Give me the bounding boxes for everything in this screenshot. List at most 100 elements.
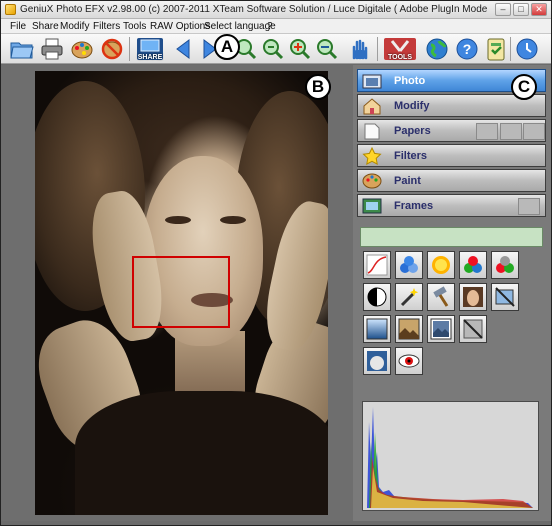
category-tab-papers[interactable]: Papers [357,119,546,142]
menu-share[interactable]: Share [32,21,59,32]
callout-b: B [305,74,331,100]
minimize-button[interactable]: – [495,3,511,16]
color-balls-alt-tool-icon [496,256,514,273]
histogram [362,401,539,511]
frame-icon [362,198,382,214]
zoom-actual-button[interactable] [260,36,286,62]
magic-wand-tool-button[interactable] [395,283,423,311]
paint-palette-icon [71,41,93,59]
hand-pan-button[interactable] [346,36,372,62]
menu-tools[interactable]: Tools [123,21,146,32]
toolbar: SHARE TOOLS ? [1,34,551,64]
frames-slot[interactable] [518,198,540,215]
photo-icon [362,74,382,89]
star-icon [362,147,382,165]
share-label: SHARE [137,54,163,61]
rgb-balls-tool-button[interactable] [459,251,487,279]
curves-tool-icon [366,254,388,276]
crop-tool-button[interactable] [491,283,519,311]
open-folder-button[interactable] [9,36,35,62]
category-label: Filters [394,150,428,162]
menu-file[interactable]: File [10,21,26,32]
callout-c: C [511,74,537,100]
menu-help[interactable]: ? [267,21,273,32]
selection-rectangle[interactable] [132,256,230,328]
photo-tool-button[interactable] [427,315,455,343]
sun-tool-icon [432,256,450,274]
papers-slot[interactable] [523,123,545,140]
menu-raw-options[interactable]: RAW Options [150,21,210,32]
palette-icon [362,173,382,189]
maximize-button[interactable]: □ [513,3,529,16]
red-eye-tool-button[interactable] [395,347,423,375]
histogram-graph [367,407,533,508]
photo-region [220,216,246,224]
zoom-in-button[interactable] [287,36,313,62]
contrast-tool-button[interactable] [363,283,391,311]
contrast-tool-icon [367,287,387,307]
face-portrait-tool-icon [463,287,483,307]
category-label: Paint [394,175,421,187]
color-balls-tool-button[interactable] [395,251,423,279]
no-palette-button[interactable] [99,36,125,62]
tools-button[interactable]: TOOLS [382,36,418,62]
app-icon [5,4,16,15]
cancel-tool-button[interactable] [459,315,487,343]
toolbar-separator [129,37,130,61]
category-tab-frames[interactable]: Frames [357,194,546,217]
clipboard-button[interactable] [483,36,509,62]
print-icon [41,38,63,60]
house-icon [363,98,381,115]
crop-tool-icon [495,287,515,307]
back-arrow-icon [176,39,190,59]
zoom-out-button[interactable] [314,36,340,62]
category-tab-filters[interactable]: Filters [357,144,546,167]
rgb-balls-tool-icon [464,256,482,273]
paper-icon [364,123,380,140]
back-button[interactable] [170,36,196,62]
category-tab-paint[interactable]: Paint [357,169,546,192]
sun-tool-button[interactable] [427,251,455,279]
menu-modify[interactable]: Modify [60,21,89,32]
title-bar: GeniuX Photo EFX v2.98.00 (c) 2007-2011 … [1,1,551,19]
open-folder-icon [10,42,34,59]
tools-label: TOOLS [388,54,412,61]
help-button[interactable]: ? [454,36,480,62]
photo-canvas[interactable] [35,71,328,515]
vignette-tool-button[interactable] [363,347,391,375]
status-box [360,227,543,247]
globe-icon [426,38,448,60]
clipboard-icon [487,38,505,61]
help-icon: ? [456,38,478,60]
curves-tool-button[interactable] [363,251,391,279]
zoom-in-icon [290,39,311,60]
magic-wand-tool-icon [400,288,419,307]
landscape-tool-icon [398,318,420,340]
color-balls-tool-icon [400,256,418,273]
papers-slot[interactable] [500,123,522,140]
category-label: Photo [394,75,426,87]
zoom-out-icon [317,39,338,60]
papers-slot[interactable] [476,123,498,140]
share-button[interactable]: SHARE [134,36,166,62]
no-palette-icon [101,38,123,60]
canvas-area[interactable] [1,65,353,521]
menu-filters[interactable]: Filters [93,21,120,32]
face-portrait-tool-button[interactable] [459,283,487,311]
menu-select-language[interactable]: Select language [204,21,276,32]
paint-palette-button[interactable] [69,36,95,62]
print-button[interactable] [39,36,65,62]
svg-text:?: ? [463,41,472,57]
toolbar-separator [377,37,378,61]
gradient-tool-button[interactable] [363,315,391,343]
window-title: GeniuX Photo EFX v2.98.00 (c) 2007-2011 … [20,4,490,15]
clock-button[interactable] [514,36,540,62]
hand-pan-icon [352,39,368,60]
landscape-tool-button[interactable] [395,315,423,343]
close-button[interactable]: ✕ [531,3,547,16]
hammer-tool-button[interactable] [427,283,455,311]
category-label: Papers [394,125,431,137]
vignette-tool-icon [367,351,387,371]
color-balls-alt-tool-button[interactable] [491,251,519,279]
globe-button[interactable] [424,36,450,62]
